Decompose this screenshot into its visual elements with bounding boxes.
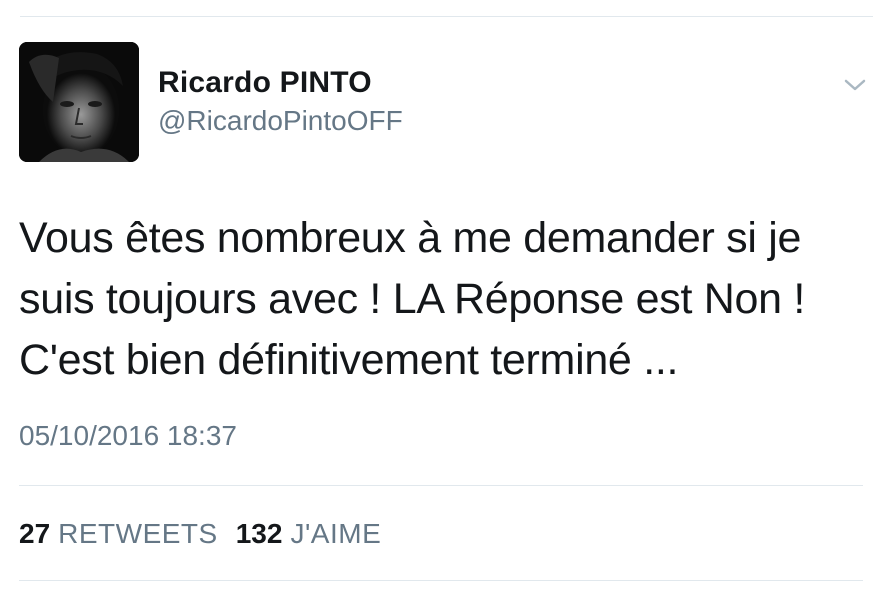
tweet-timestamp[interactable]: 05/10/2016 18:37: [19, 420, 237, 452]
tweet-page: Ricardo PINTO @RicardoPintoOFF Vous êtes…: [0, 0, 893, 597]
tweet-text: Vous êtes nombreux à me demander si je s…: [19, 214, 806, 384]
likes-count: 132: [235, 518, 283, 549]
divider: [19, 485, 863, 486]
retweets-count: 27: [19, 518, 51, 549]
engagement-stats: 27 RETWEETS 132 J'AIME: [19, 518, 399, 550]
chevron-down-icon[interactable]: [842, 74, 868, 96]
retweets-label: RETWEETS: [58, 518, 218, 549]
display-name[interactable]: Ricardo PINTO: [158, 66, 372, 100]
likes-label: J'AIME: [290, 518, 382, 549]
retweets-stat[interactable]: 27 RETWEETS: [19, 518, 218, 550]
avatar[interactable]: [19, 42, 139, 162]
top-divider: [20, 16, 873, 17]
user-handle[interactable]: @RicardoPintoOFF: [158, 105, 403, 137]
likes-stat[interactable]: 132 J'AIME: [236, 518, 382, 550]
divider: [19, 580, 863, 581]
avatar-image: [19, 42, 139, 162]
